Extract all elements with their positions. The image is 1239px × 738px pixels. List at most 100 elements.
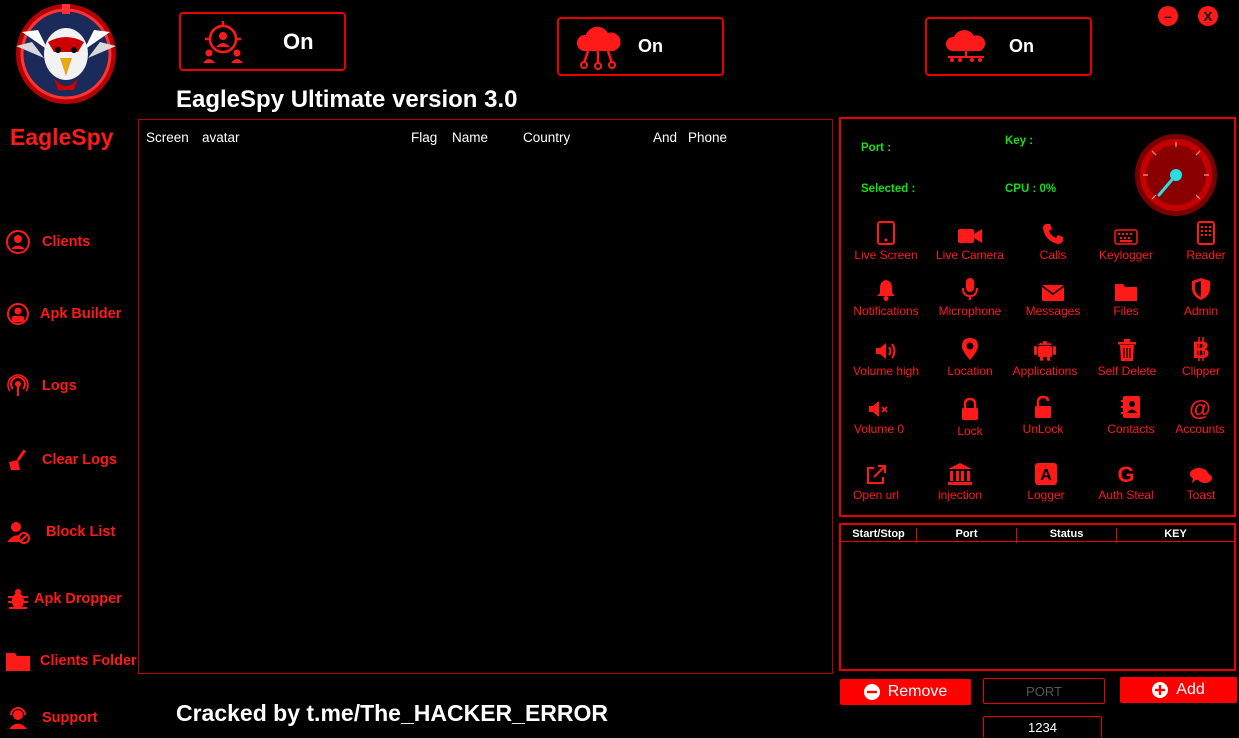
messages-button[interactable]: Messages [1011, 275, 1095, 318]
sidebar-item-label: Clear Logs [42, 452, 117, 468]
broom-icon [4, 446, 32, 474]
port-info-label: Port : [861, 142, 892, 154]
bitcoin-icon: B [1191, 335, 1211, 361]
minimize-button[interactable]: – [1158, 6, 1178, 26]
accounts-button[interactable]: @ Accounts [1158, 393, 1239, 436]
lock-icon [961, 395, 979, 421]
injection-button[interactable]: injection [918, 459, 1002, 502]
trash-icon [1118, 335, 1136, 361]
close-button[interactable]: X [1198, 6, 1218, 26]
sidebar-item-clear-logs[interactable]: Clear Logs [4, 445, 117, 475]
sidebar-item-logs[interactable]: Logs [4, 371, 77, 401]
keyboard-icon [1114, 219, 1138, 245]
page-title: EagleSpy Ultimate version 3.0 [176, 86, 518, 113]
envelope-icon [1042, 275, 1064, 301]
sidebar-item-label: Support [42, 710, 98, 726]
user-icon [4, 228, 32, 256]
server-status-label: On [1009, 36, 1034, 56]
folder-icon [4, 647, 32, 675]
server-status-1[interactable]: On [179, 12, 346, 71]
svg-text:B: B [1192, 337, 1209, 361]
sidebar-item-support[interactable]: Support [4, 703, 98, 733]
people-target-icon [199, 19, 247, 65]
plus-circle-icon [1152, 682, 1169, 698]
key-info-label: Key : [1005, 135, 1034, 147]
svg-text:@: @ [1189, 397, 1210, 419]
column-header-phone[interactable]: Phone [688, 130, 727, 145]
column-header-screen[interactable]: Screen [146, 130, 189, 145]
cpu-gauge [1132, 133, 1220, 222]
sidebar-item-clients[interactable]: Clients [4, 227, 90, 257]
port-value: 1234 [1028, 720, 1057, 735]
server-status-2[interactable]: On [557, 17, 724, 76]
microphone-icon [961, 275, 979, 301]
notifications-button[interactable]: Notifications [844, 275, 928, 318]
logger-button[interactable]: A Logger [1004, 459, 1088, 502]
cloud-connect-icon [943, 27, 989, 67]
microphone-button[interactable]: Microphone [928, 275, 1012, 318]
control-panel: Port : Key : Selected : CPU : 0% Live Sc… [839, 117, 1236, 517]
sidebar-item-label: Clients [42, 234, 91, 250]
brand-name: EagleSpy [10, 124, 114, 150]
support-agent-icon [4, 704, 32, 732]
tablet-icon [877, 219, 895, 245]
lock-button[interactable]: Lock [928, 395, 1012, 438]
sidebar-item-clients-folder[interactable]: Clients Folder [4, 646, 137, 676]
auth-steal-button[interactable]: G Auth Steal [1084, 459, 1168, 502]
shield-icon [1191, 275, 1211, 301]
admin-button[interactable]: Admin [1159, 275, 1239, 318]
toast-button[interactable]: Toast [1159, 459, 1239, 502]
column-header-flag[interactable]: Flag [411, 130, 437, 145]
unlock-icon [1034, 393, 1052, 419]
eagle-logo [8, 2, 124, 112]
port-value-field[interactable]: 1234 [983, 716, 1102, 738]
clients-table[interactable]: Screen avatar Flag Name Country And Phon… [138, 119, 833, 674]
unlock-button[interactable]: UnLock [1001, 393, 1085, 436]
column-header-android[interactable]: And [653, 130, 677, 145]
self-delete-button[interactable]: Self Delete [1085, 335, 1169, 378]
live-screen-button[interactable]: Live Screen [844, 219, 928, 262]
bug-icon [4, 585, 32, 613]
sidebar-item-label: Apk Dropper [34, 591, 122, 607]
column-header-avatar[interactable]: avatar [202, 130, 240, 145]
sidebar-item-label: Block List [46, 524, 116, 540]
google-icon: G [1115, 459, 1137, 485]
keylogger-button[interactable]: Keylogger [1084, 219, 1168, 262]
remove-button[interactable]: Remove [840, 679, 971, 705]
sidebar-item-label: Apk Builder [40, 306, 122, 322]
open-url-button[interactable]: Open url [834, 459, 918, 502]
cpu-info-label: CPU : 0% [1005, 183, 1057, 195]
column-header-name[interactable]: Name [452, 130, 488, 145]
selected-info-label: Selected : [861, 183, 916, 195]
volume-high-button[interactable]: Volume high [844, 335, 928, 378]
external-link-icon [866, 459, 886, 485]
minus-circle-icon [863, 684, 880, 700]
sidebar-item-apk-builder[interactable]: Apk Builder [4, 299, 121, 329]
sidebar-item-label: Clients Folder [40, 653, 137, 669]
footer-credit: Cracked by t.me/The_HACKER_ERROR [176, 700, 609, 726]
add-label: Add [1176, 681, 1205, 698]
location-pin-icon [961, 335, 979, 361]
volume-high-icon [875, 335, 897, 361]
location-button[interactable]: Location [928, 335, 1012, 378]
sidebar-item-block-list[interactable]: Block List [4, 517, 115, 547]
android-icon [1034, 335, 1056, 361]
column-header-country[interactable]: Country [523, 130, 570, 145]
port-input[interactable]: PORT [983, 678, 1105, 704]
calls-button[interactable]: Calls [1011, 219, 1095, 262]
clipper-button[interactable]: B Clipper [1159, 335, 1239, 378]
phone-icon [1042, 219, 1064, 245]
applications-button[interactable]: Applications [1003, 335, 1087, 378]
bank-icon [948, 459, 972, 485]
volume-mute-button[interactable]: Volume 0 [837, 393, 921, 436]
server-status-3[interactable]: On [925, 17, 1092, 76]
reader-button[interactable]: Reader [1164, 219, 1239, 262]
sidebar-item-apk-dropper[interactable]: Apk Dropper [4, 584, 122, 614]
logger-icon: A [1035, 459, 1057, 485]
files-button[interactable]: Files [1084, 275, 1168, 318]
port-table[interactable]: Start/Stop Port Status KEY [839, 523, 1236, 671]
svg-text:A: A [1040, 467, 1052, 484]
user-block-icon [4, 518, 32, 546]
live-camera-button[interactable]: Live Camera [928, 219, 1012, 262]
add-button[interactable]: Add [1120, 677, 1237, 703]
